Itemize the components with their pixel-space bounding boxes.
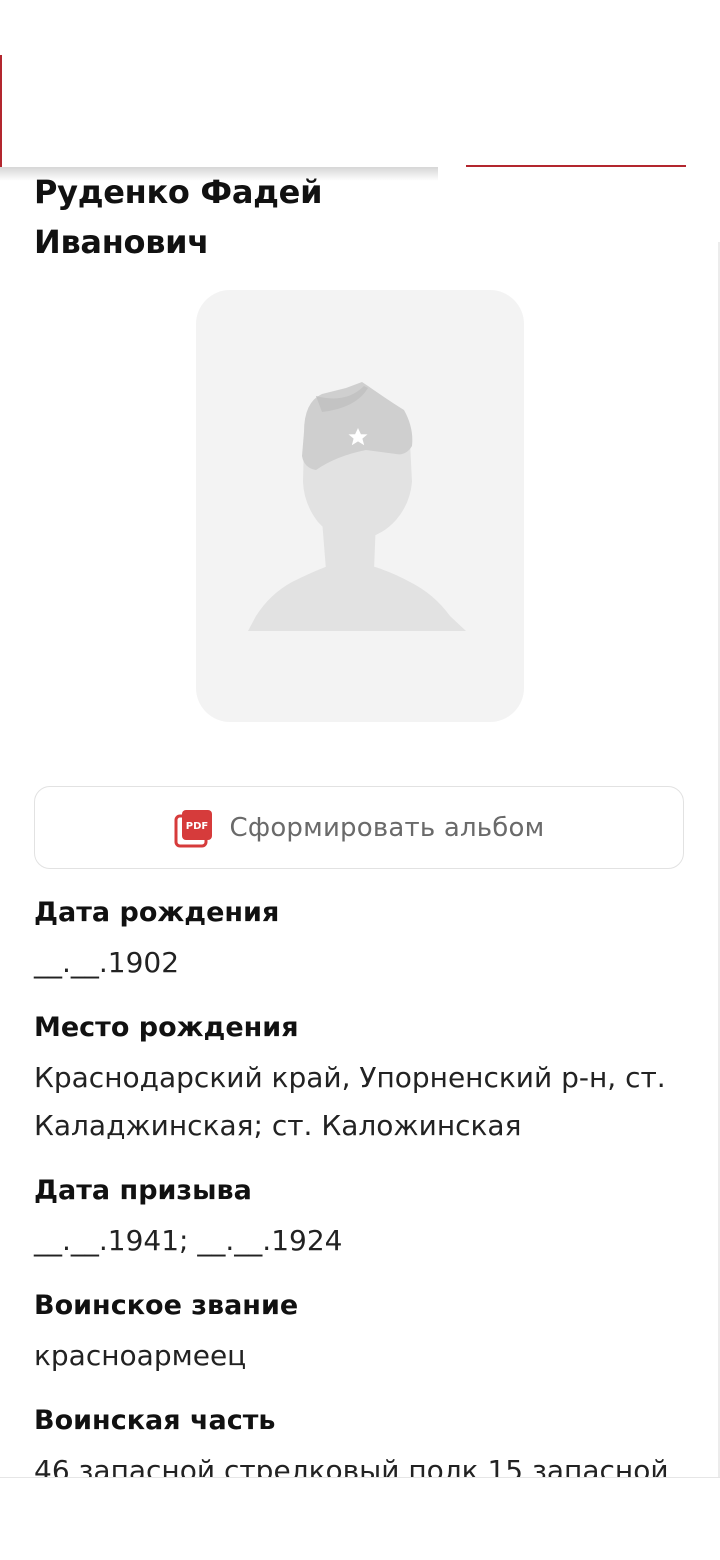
birth-date-value: __.__.1902 <box>34 946 180 979</box>
birth-date-label: Дата рождения <box>34 897 280 928</box>
military-unit-label: Воинская часть <box>34 1405 276 1436</box>
top-header <box>0 0 720 167</box>
draft-date-label: Дата призыва <box>34 1175 252 1206</box>
birth-place-label: Место рождения <box>34 1012 299 1043</box>
military-unit-value: 46 запасной стрелковый полк 15 запасной <box>34 1454 669 1477</box>
soldier-silhouette-icon <box>248 382 466 631</box>
svg-text:PDF: PDF <box>185 821 207 832</box>
military-rank-label: Воинское звание <box>34 1290 299 1321</box>
birth-place-value: Краснодарский край, Упорненский р-н, ст.… <box>34 1061 666 1142</box>
create-album-button[interactable]: PDF Сформировать альбом <box>34 786 684 869</box>
bottom-bar <box>0 1477 720 1560</box>
person-card: Руденко Фадей Иванович PDF Сформировать … <box>0 167 720 1477</box>
military-rank-value: красноармеец <box>34 1339 247 1372</box>
draft-date-value: __.__.1941; __.__.1924 <box>34 1224 343 1257</box>
create-album-label: Сформировать альбом <box>229 812 545 843</box>
header-accent-line <box>0 55 2 167</box>
person-photo-placeholder <box>196 290 524 722</box>
app-viewport: Руденко Фадей Иванович PDF Сформировать … <box>0 0 720 1560</box>
person-name: Руденко Фадей Иванович <box>34 173 323 261</box>
pdf-icon: PDF <box>174 809 212 847</box>
header-shadow <box>0 167 438 181</box>
header-active-tab-underline <box>466 165 686 167</box>
